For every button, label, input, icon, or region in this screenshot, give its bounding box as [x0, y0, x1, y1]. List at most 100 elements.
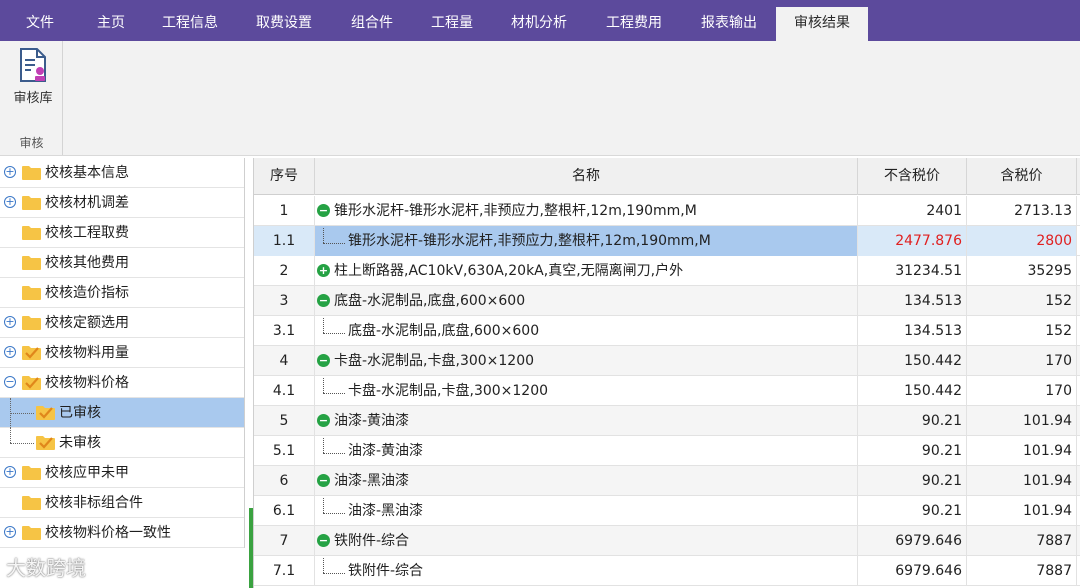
expand-status-icon[interactable]: + — [317, 264, 330, 277]
header-index[interactable]: 序号 — [254, 158, 315, 195]
item-name: 底盘-水泥制品,底盘,600×600 — [348, 323, 540, 339]
collapse-status-icon[interactable]: − — [317, 204, 330, 217]
menu-file[interactable]: 文件 — [8, 7, 72, 41]
table-row[interactable]: 2 + 柱上断路器,AC10kV,630A,20kA,真空,无隔离闸刀,户外 3123… — [254, 256, 1080, 286]
expand-icon[interactable]: + — [4, 346, 16, 358]
item-name: 锥形水泥杆-锥形水泥杆,非预应力,整根杆,12m,190mm,M — [334, 203, 697, 219]
cell-name[interactable]: + 柱上断路器,AC10kV,630A,20kA,真空,无隔离闸刀,户外 — [315, 256, 858, 286]
expand-icon[interactable]: + — [4, 466, 16, 478]
expand-icon[interactable]: + — [4, 196, 16, 208]
folder-icon — [22, 495, 41, 510]
tree-item[interactable]: + 校核材机调差 — [0, 188, 244, 218]
tree-item-label: 校核物料价格一致性 — [45, 525, 171, 541]
table-row[interactable]: 4− 卡盘-水泥制品,卡盘,300×1200 150.442 170 — [254, 346, 1080, 376]
audit-results-table: 序号 名称 不含税价 含税价 1− 锥形水泥杆-锥形水泥杆,非预应力,整根杆,12… — [253, 158, 1080, 588]
tree-item[interactable]: 校核工程取费 — [0, 218, 244, 248]
tree-connector — [323, 228, 324, 243]
header-name[interactable]: 名称 — [315, 158, 858, 195]
cell-name[interactable]: 卡盘-水泥制品,卡盘,300×1200 — [315, 376, 858, 406]
tree-item[interactable]: 未审核 — [0, 428, 244, 458]
cell-price-inc-tax: 101.94 — [967, 436, 1077, 466]
collapse-status-icon[interactable]: − — [317, 534, 330, 547]
expand-icon[interactable]: + — [4, 526, 16, 538]
cell-name[interactable]: − 锥形水泥杆-锥形水泥杆,非预应力,整根杆,12m,190mm,M — [315, 196, 858, 226]
collapse-icon[interactable]: − — [4, 376, 16, 388]
tree-item[interactable]: + 校核物料价格一致性 — [0, 518, 244, 548]
checked-folder-icon — [36, 435, 55, 450]
folder-icon — [22, 285, 41, 300]
cell-name[interactable]: 油漆-黄油漆 — [315, 436, 858, 466]
menu-quantities[interactable]: 工程量 — [418, 7, 486, 41]
cell-name[interactable]: − 卡盘-水泥制品,卡盘,300×1200 — [315, 346, 858, 376]
cell-price-inc-tax: 170 — [967, 376, 1077, 406]
tree-item[interactable]: + 校核基本信息 — [0, 158, 244, 188]
table-row[interactable]: 1.1 锥形水泥杆-锥形水泥杆,非预应力,整根杆,12m,190mm,M 2477.… — [254, 226, 1080, 256]
tree-item[interactable]: 校核非标组合件 — [0, 488, 244, 518]
tree-item[interactable]: + 校核应甲未甲 — [0, 458, 244, 488]
cell-index: 4.1 — [254, 376, 315, 406]
tree-item-label: 校核材机调差 — [45, 195, 129, 211]
tree-item[interactable]: 校核造价指标 — [0, 278, 244, 308]
table-row[interactable]: 7− 铁附件-综合 6979.646 7887 — [254, 526, 1080, 556]
table-row[interactable]: 6− 油漆-黑油漆 90.21 101.94 — [254, 466, 1080, 496]
table-row[interactable]: 5− 油漆-黄油漆 90.21 101.94 — [254, 406, 1080, 436]
table-row[interactable]: 7.1 铁附件-综合 6979.646 7887 — [254, 556, 1080, 586]
cell-price-ex-tax: 150.442 — [858, 346, 967, 376]
cell-name[interactable]: − 油漆-黑油漆 — [315, 466, 858, 496]
tree-item[interactable]: 校核其他费用 — [0, 248, 244, 278]
menu-material-analysis[interactable]: 材机分析 — [498, 7, 580, 41]
cell-price-ex-tax: 134.513 — [858, 286, 967, 316]
table-row[interactable]: 5.1 油漆-黄油漆 90.21 101.94 — [254, 436, 1080, 466]
menu-report-output[interactable]: 报表输出 — [688, 7, 770, 41]
tree-connector — [323, 243, 345, 244]
table-row[interactable]: 6.1 油漆-黑油漆 90.21 101.94 — [254, 496, 1080, 526]
expand-icon[interactable]: + — [4, 316, 16, 328]
collapse-status-icon[interactable]: − — [317, 474, 330, 487]
folder-icon — [22, 465, 41, 480]
folder-icon — [22, 525, 41, 540]
cell-index: 5.1 — [254, 436, 315, 466]
tree-item[interactable]: − 校核物料价格 — [0, 368, 244, 398]
menu-project-costs[interactable]: 工程费用 — [594, 7, 674, 41]
ribbon: 审核库 审核 — [0, 41, 1080, 156]
cell-name[interactable]: − 底盘-水泥制品,底盘,600×600 — [315, 286, 858, 316]
tree-connector — [323, 558, 324, 573]
tree-item[interactable]: + 校核定额选用 — [0, 308, 244, 338]
expand-icon[interactable]: + — [4, 166, 16, 178]
header-price-ex-tax[interactable]: 不含税价 — [858, 158, 967, 195]
cell-name[interactable]: 锥形水泥杆-锥形水泥杆,非预应力,整根杆,12m,190mm,M — [315, 226, 858, 256]
cell-price-inc-tax: 101.94 — [967, 406, 1077, 436]
tree-item[interactable]: 已审核 — [0, 398, 244, 428]
audit-library-button[interactable]: 审核库 — [6, 47, 60, 113]
cell-name[interactable]: 油漆-黑油漆 — [315, 496, 858, 526]
cell-name[interactable]: 铁附件-综合 — [315, 556, 858, 586]
ribbon-group-audit: 审核库 审核 — [0, 41, 63, 155]
menu-audit-results[interactable]: 审核结果 — [776, 7, 868, 41]
item-name: 铁附件-综合 — [348, 563, 424, 579]
item-name: 底盘-水泥制品,底盘,600×600 — [334, 293, 526, 309]
collapse-status-icon[interactable]: − — [317, 354, 330, 367]
cell-name[interactable]: − 铁附件-综合 — [315, 526, 858, 556]
menu-home[interactable]: 主页 — [78, 7, 144, 41]
table-row[interactable]: 3− 底盘-水泥制品,底盘,600×600 134.513 152 — [254, 286, 1080, 316]
collapse-status-icon[interactable]: − — [317, 294, 330, 307]
cell-name[interactable]: − 油漆-黄油漆 — [315, 406, 858, 436]
cell-price-ex-tax: 2477.876 — [858, 226, 967, 256]
cell-price-ex-tax: 6979.646 — [858, 526, 967, 556]
tree-connector — [323, 318, 324, 333]
tree-item-label: 校核基本信息 — [45, 165, 129, 181]
cell-price-inc-tax: 35295 — [967, 256, 1077, 286]
cell-index: 7.1 — [254, 556, 315, 586]
menu-fee-settings[interactable]: 取费设置 — [240, 7, 328, 41]
tree-item[interactable]: + 校核物料用量 — [0, 338, 244, 368]
collapse-status-icon[interactable]: − — [317, 414, 330, 427]
menu-project-info[interactable]: 工程信息 — [150, 7, 230, 41]
table-row[interactable]: 1− 锥形水泥杆-锥形水泥杆,非预应力,整根杆,12m,190mm,M 2401 27… — [254, 196, 1080, 226]
header-price-inc-tax[interactable]: 含税价 — [967, 158, 1077, 195]
audit-library-label: 审核库 — [13, 91, 53, 106]
cell-price-inc-tax: 7887 — [967, 556, 1077, 586]
table-row[interactable]: 3.1 底盘-水泥制品,底盘,600×600 134.513 152 — [254, 316, 1080, 346]
table-row[interactable]: 4.1 卡盘-水泥制品,卡盘,300×1200 150.442 170 — [254, 376, 1080, 406]
cell-name[interactable]: 底盘-水泥制品,底盘,600×600 — [315, 316, 858, 346]
menu-assemblies[interactable]: 组合件 — [336, 7, 408, 41]
